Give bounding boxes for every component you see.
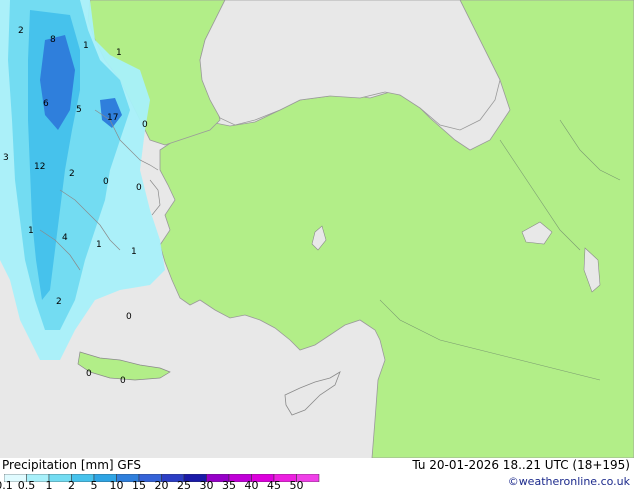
map-label: 1 (131, 247, 137, 257)
map-label: 0 (136, 183, 142, 193)
scale-tick-label: 0.1 (0, 479, 13, 492)
map-label: 1 (28, 226, 34, 236)
map-label: 12 (34, 162, 45, 172)
legend-bar: Precipitation [mm] GFS Tu 20-01-2026 18.… (0, 458, 634, 492)
map-label: 2 (69, 169, 75, 179)
scale-tick-label: 40 (244, 479, 259, 492)
scale-tick-label: 35 (222, 479, 236, 492)
credit-text: ©weatheronline.co.uk (507, 475, 630, 488)
map-label: 5 (76, 105, 82, 115)
map-label: 1 (96, 240, 102, 250)
map-label: 1 (116, 48, 122, 58)
scale-tick-label: 50 (289, 479, 304, 492)
scale-tick-label: 10 (109, 479, 124, 492)
map-label: 3 (3, 153, 9, 163)
valid-time: Tu 20-01-2026 18..21 UTC (18+195) (412, 458, 630, 472)
map-label: 0 (103, 177, 109, 187)
legend-title: Precipitation [mm] GFS (2, 458, 141, 472)
map-label: 0 (126, 312, 132, 322)
legend-title-text: Precipitation [mm] (2, 458, 114, 472)
precipitation-map: 2 8 1 1 6 5 17 0 3 12 2 0 0 1 4 1 1 2 0 … (0, 0, 634, 458)
scale-tick-label: 25 (177, 479, 191, 492)
scale-tick-label: 1 (45, 479, 53, 492)
scale-tick-label: 20 (154, 479, 169, 492)
legend-model: GFS (117, 458, 141, 472)
map-label: 0 (86, 369, 92, 379)
scale-tick-label: 30 (199, 479, 214, 492)
scale-tick-label: 5 (90, 479, 98, 492)
map-label: 0 (142, 120, 148, 130)
map-label: 6 (43, 99, 49, 109)
map-label: 2 (18, 26, 24, 36)
scale-tick-label: 15 (132, 479, 146, 492)
scale-tick-label: 2 (68, 479, 75, 492)
scale-tick-label: 45 (267, 479, 281, 492)
map-label: 1 (83, 41, 89, 51)
map-label: 4 (62, 233, 68, 243)
scale-tick-label: 0.5 (17, 479, 36, 492)
scale-ticks: 0.10.5125101520253035404550 (0, 479, 330, 492)
map-label: 0 (120, 376, 126, 386)
map-label: 17 (107, 113, 118, 123)
map-label: 8 (50, 35, 56, 45)
map-label: 2 (56, 297, 62, 307)
